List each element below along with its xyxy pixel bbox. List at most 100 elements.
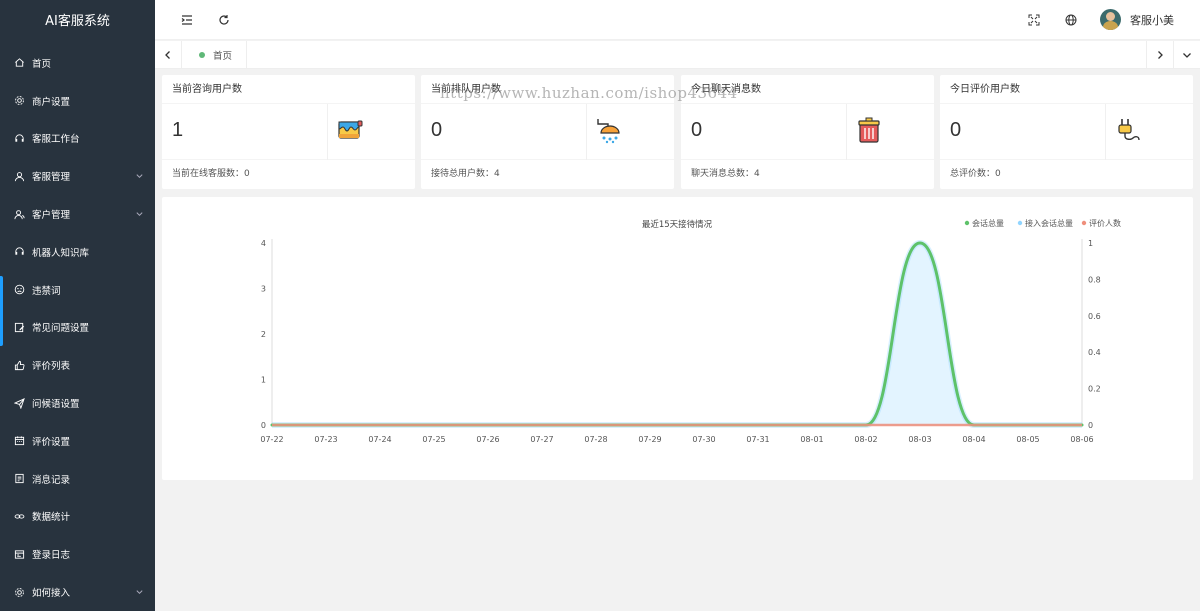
sidebar-item[interactable]: 违禁词 — [0, 271, 155, 309]
home-icon — [13, 57, 25, 69]
x-tick-label: 08-04 — [962, 435, 985, 444]
sidebar-item-label: 客服管理 — [32, 172, 71, 184]
sidebar-item-label: 评价列表 — [32, 361, 71, 373]
card-body: 0 — [940, 104, 1193, 160]
collapse-menu-icon[interactable] — [180, 13, 194, 27]
data-point — [811, 424, 813, 426]
chevron-down-icon — [136, 212, 143, 217]
sidebar-item-label: 登录日志 — [32, 550, 71, 562]
x-tick-label: 08-03 — [908, 435, 931, 444]
x-tick-label: 07-30 — [692, 435, 715, 444]
y-left-tick-label: 0 — [261, 421, 266, 430]
sidebar-item[interactable]: 数据统计 — [0, 498, 155, 536]
headset-icon — [13, 246, 25, 258]
trash-bin-icon — [858, 117, 880, 143]
chevron-down-icon — [136, 590, 143, 595]
sidebar-item[interactable]: 客服工作台 — [0, 120, 155, 158]
legend-label: 会话总量 — [972, 218, 1004, 228]
sidebar-item[interactable]: 问候语设置 — [0, 384, 155, 422]
link-icon — [13, 510, 25, 522]
sidebar-item-label: 数据统计 — [32, 512, 71, 524]
x-tick-label: 07-26 — [476, 435, 499, 444]
card-divider — [327, 104, 328, 160]
x-tick-label: 08-06 — [1070, 435, 1093, 444]
x-tick-label: 07-31 — [746, 435, 769, 444]
sidebar-item[interactable]: 客服管理 — [0, 157, 155, 195]
face-icon — [13, 284, 25, 296]
chevron-right-icon — [1158, 51, 1163, 59]
data-point — [703, 424, 705, 426]
chart-title: 最近15天接待情况 — [642, 219, 713, 230]
edit-icon — [13, 321, 25, 333]
chevron-left-icon — [165, 51, 170, 59]
legend-marker — [1081, 220, 1087, 226]
sidebar-item[interactable]: 评价设置 — [0, 422, 155, 460]
data-point — [487, 424, 489, 426]
data-point — [1027, 424, 1029, 426]
data-point — [595, 424, 597, 426]
y-right-tick-label: 0.4 — [1088, 348, 1101, 357]
user-icon — [13, 170, 25, 182]
sidebar-item-label: 问候语设置 — [32, 399, 80, 411]
sidebar-item-label: 机器人知识库 — [32, 247, 90, 259]
sidebar-item[interactable]: 首页 — [0, 44, 155, 82]
app-logo-title: AI客服系统 — [0, 0, 155, 44]
stat-card-consulting: 当前咨询用户数 1 当前在线客服数：0 — [162, 75, 415, 189]
sidebar-scroll-indicator[interactable] — [0, 276, 3, 346]
x-tick-label: 08-02 — [854, 435, 877, 444]
gear-icon — [13, 586, 25, 598]
data-point — [919, 424, 921, 426]
y-right-tick-label: 1 — [1088, 239, 1093, 248]
data-point — [973, 424, 975, 426]
fullscreen-icon[interactable] — [1027, 13, 1041, 27]
x-tick-label: 07-27 — [530, 435, 553, 444]
stat-card-ratings: 今日评价用户数 0 总评价数：0 — [940, 75, 1193, 189]
tab-scroll-left-button[interactable] — [155, 41, 182, 69]
sidebar-item[interactable]: 登录日志 — [0, 535, 155, 573]
user-group-icon — [13, 208, 25, 220]
y-left-tick-label: 1 — [261, 376, 266, 385]
card-divider — [846, 104, 847, 160]
paint-bucket-icon — [338, 120, 363, 139]
x-tick-label: 07-28 — [584, 435, 607, 444]
sidebar-item-label: 如何接入 — [32, 588, 71, 600]
card-value: 0 — [691, 119, 703, 141]
avatar[interactable] — [1100, 9, 1121, 30]
y-left-tick-label: 2 — [261, 330, 266, 339]
tab-options-dropdown[interactable] — [1173, 41, 1200, 69]
active-tab-dot — [199, 52, 205, 58]
x-tick-label: 07-25 — [422, 435, 445, 444]
data-point — [649, 424, 651, 426]
sidebar-item-label: 常见问题设置 — [32, 323, 90, 335]
sidebar-item[interactable]: 如何接入 — [0, 573, 155, 611]
x-tick-label: 07-29 — [638, 435, 661, 444]
legend-marker — [964, 220, 970, 226]
card-footer: 总评价数：0 — [950, 169, 1001, 179]
sidebar-item[interactable]: 消息记录 — [0, 460, 155, 498]
tab-home[interactable]: 首页 — [182, 41, 247, 69]
x-tick-label: 07-24 — [368, 435, 391, 444]
y-left-tick-label: 3 — [261, 285, 266, 294]
data-point — [541, 424, 543, 426]
user-name[interactable]: 客服小美 — [1130, 12, 1174, 28]
card-value: 0 — [431, 119, 443, 141]
top-header: 客服小美 — [155, 0, 1200, 40]
card-footer: 聊天消息总数：4 — [691, 169, 760, 179]
sidebar-item[interactable]: 商户设置 — [0, 82, 155, 120]
refresh-icon[interactable] — [217, 13, 231, 27]
data-point — [379, 424, 381, 426]
sidebar-item[interactable]: 客户管理 — [0, 195, 155, 233]
tab-scroll-right-button[interactable] — [1146, 41, 1173, 69]
chart-panel: 最近15天接待情况 0 1 2 3 4 0 0.2 0.4 0.6 0.8 1 07-22 07-23 07… — [162, 197, 1193, 480]
card-title: 今日聊天消息数 — [681, 75, 934, 104]
data-point — [757, 424, 759, 426]
sidebar-item[interactable]: 评价列表 — [0, 346, 155, 384]
stat-card-queue: 当前排队用户数 0 接待总用户数：4 — [421, 75, 674, 189]
language-globe-icon[interactable] — [1064, 13, 1078, 27]
calendar-icon — [13, 435, 25, 447]
data-point — [1081, 424, 1083, 426]
data-point — [919, 242, 921, 244]
sidebar-item[interactable]: 机器人知识库 — [0, 233, 155, 271]
user-menu[interactable]: 客服小美 — [1100, 9, 1174, 30]
sidebar-item[interactable]: 常见问题设置 — [0, 309, 155, 347]
